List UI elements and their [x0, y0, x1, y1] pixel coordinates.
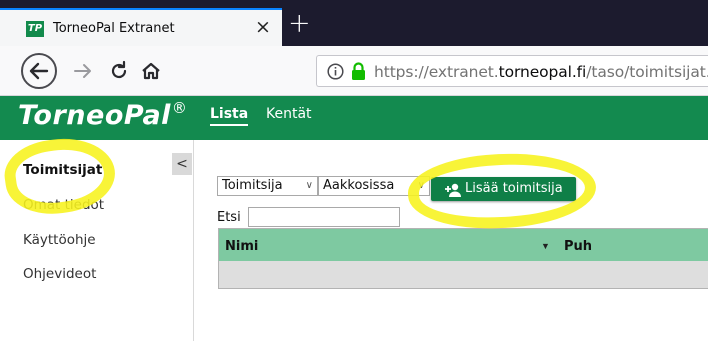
forward-arrow-icon[interactable]	[72, 60, 94, 82]
app-header: TorneoPal® Lista Kentät	[0, 96, 708, 140]
order-select-value: Aakkosissa	[323, 178, 395, 193]
torneopal-logo[interactable]: TorneoPal®	[18, 99, 187, 131]
nav-tab-kentat[interactable]: Kentät	[266, 106, 312, 122]
sidebar-item-kayttoohje[interactable]: Käyttöohje	[23, 232, 96, 248]
sort-desc-icon[interactable]: ▼	[541, 241, 550, 251]
close-tab-icon[interactable]: ×	[253, 17, 273, 37]
nav-tab-lista[interactable]: Lista	[210, 106, 249, 126]
type-select-value: Toimitsija	[222, 178, 283, 193]
home-icon[interactable]	[140, 60, 162, 82]
search-input[interactable]	[248, 207, 400, 227]
table-body	[218, 261, 708, 289]
browser-nav-bar: https://extranet.torneopal.fi/taso/toimi…	[0, 46, 708, 96]
annotation-highlight-add-button	[406, 149, 598, 233]
url-text: https://extranet.torneopal.fi/taso/toimi…	[374, 63, 708, 81]
tab-title: TorneoPal Extranet	[53, 21, 175, 36]
chevron-down-icon: ∨	[305, 180, 313, 191]
collapse-sidebar-button[interactable]: <	[172, 153, 192, 175]
search-label: Etsi	[217, 210, 241, 225]
type-select[interactable]: Toimitsija ∨	[217, 176, 318, 196]
table-header: Nimi ▼ Puh	[218, 228, 708, 262]
reload-icon[interactable]	[108, 60, 130, 82]
torneopal-favicon-icon: TP	[26, 21, 44, 37]
new-tab-icon[interactable]: +	[288, 10, 311, 37]
back-arrow-icon[interactable]	[21, 53, 57, 89]
url-bar[interactable]: https://extranet.torneopal.fi/taso/toimi…	[316, 55, 708, 87]
lock-icon	[351, 62, 366, 81]
column-header-puh[interactable]: Puh	[564, 239, 592, 254]
info-icon[interactable]	[327, 63, 344, 80]
browser-tab[interactable]: TP TorneoPal Extranet ×	[0, 8, 282, 46]
column-header-nimi[interactable]: Nimi	[225, 239, 258, 254]
sidebar-item-ohjevideot[interactable]: Ohjevideot	[23, 266, 96, 282]
browser-tab-strip: TP TorneoPal Extranet × +	[0, 0, 708, 46]
